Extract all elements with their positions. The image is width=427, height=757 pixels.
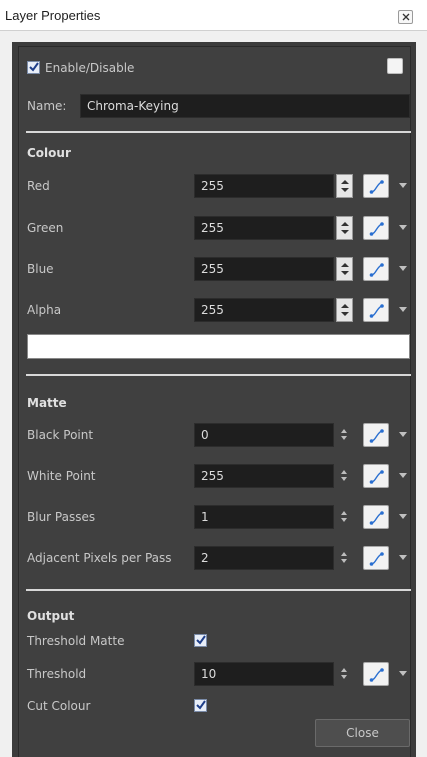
red-field[interactable]: 255 bbox=[194, 174, 334, 198]
dropdown-arrow-icon bbox=[399, 432, 407, 437]
green-spinner[interactable] bbox=[336, 216, 353, 240]
function-curve-icon bbox=[369, 263, 384, 277]
title-bar: Layer Properties bbox=[0, 0, 427, 31]
matte-section-title: Matte bbox=[27, 396, 67, 410]
green-field[interactable]: 255 bbox=[194, 216, 334, 240]
red-function-button[interactable] bbox=[363, 174, 389, 198]
function-curve-icon bbox=[369, 511, 384, 525]
up-down-arrows-icon bbox=[341, 668, 347, 679]
up-down-arrows-icon bbox=[341, 180, 349, 192]
up-down-arrows-icon bbox=[341, 470, 347, 481]
black-point-function-dropdown[interactable] bbox=[398, 423, 408, 447]
white-point-function-dropdown[interactable] bbox=[398, 464, 408, 488]
adjacent-pixels-function-dropdown[interactable] bbox=[398, 546, 408, 570]
alpha-field[interactable]: 255 bbox=[194, 298, 334, 322]
function-curve-icon bbox=[369, 552, 384, 566]
function-curve-icon bbox=[369, 222, 384, 236]
white-point-label: White Point bbox=[27, 469, 96, 483]
blue-function-dropdown[interactable] bbox=[398, 257, 408, 281]
up-down-arrows-icon bbox=[341, 511, 347, 522]
threshold-function-dropdown[interactable] bbox=[398, 662, 408, 686]
function-curve-icon bbox=[369, 304, 384, 318]
threshold-matte-label: Threshold Matte bbox=[27, 634, 125, 648]
cut-colour-checkbox[interactable] bbox=[194, 699, 207, 712]
dropdown-arrow-icon bbox=[399, 307, 407, 312]
green-label: Green bbox=[27, 221, 64, 235]
separator bbox=[26, 374, 411, 376]
green-function-dropdown[interactable] bbox=[398, 216, 408, 240]
function-curve-icon bbox=[369, 668, 384, 682]
blur-passes-function-dropdown[interactable] bbox=[398, 505, 408, 529]
up-down-arrows-icon bbox=[341, 429, 347, 440]
alpha-spinner[interactable] bbox=[336, 298, 353, 322]
name-label: Name: bbox=[27, 99, 67, 113]
black-point-label: Black Point bbox=[27, 428, 94, 442]
threshold-function-button[interactable] bbox=[363, 662, 389, 686]
adjacent-pixels-field[interactable]: 2 bbox=[194, 546, 334, 570]
adjacent-pixels-label: Adjacent Pixels per Pass bbox=[27, 551, 172, 565]
blue-function-button[interactable] bbox=[363, 257, 389, 281]
colour-swatch[interactable] bbox=[27, 334, 410, 359]
function-curve-icon bbox=[369, 180, 384, 194]
blue-label: Blue bbox=[27, 262, 54, 276]
dropdown-arrow-icon bbox=[399, 225, 407, 230]
enable-checkbox[interactable] bbox=[27, 61, 40, 74]
dropdown-arrow-icon bbox=[399, 514, 407, 519]
alpha-function-dropdown[interactable] bbox=[398, 298, 408, 322]
threshold-field[interactable]: 10 bbox=[194, 662, 334, 686]
adjacent-pixels-function-button[interactable] bbox=[363, 546, 389, 570]
checkmark-icon bbox=[196, 700, 206, 710]
alpha-label: Alpha bbox=[27, 303, 62, 317]
blue-spinner[interactable] bbox=[336, 257, 353, 281]
white-point-function-button[interactable] bbox=[363, 464, 389, 488]
close-button[interactable]: Close bbox=[315, 719, 410, 747]
blur-passes-spinner[interactable] bbox=[339, 505, 349, 529]
checkmark-icon bbox=[196, 635, 206, 645]
layer-toggle-button[interactable] bbox=[387, 58, 403, 74]
dropdown-arrow-icon bbox=[399, 183, 407, 188]
separator bbox=[26, 589, 411, 591]
dropdown-arrow-icon bbox=[399, 555, 407, 560]
up-down-arrows-icon bbox=[341, 552, 347, 563]
adjacent-pixels-spinner[interactable] bbox=[339, 546, 349, 570]
output-section-title: Output bbox=[27, 609, 75, 623]
function-curve-icon bbox=[369, 470, 384, 484]
blur-passes-label: Blur Passes bbox=[27, 510, 96, 524]
threshold-matte-checkbox[interactable] bbox=[194, 634, 207, 647]
black-point-field[interactable]: 0 bbox=[194, 423, 334, 447]
dropdown-arrow-icon bbox=[399, 671, 407, 676]
checkmark-icon bbox=[29, 62, 39, 72]
blur-passes-function-button[interactable] bbox=[363, 505, 389, 529]
up-down-arrows-icon bbox=[341, 263, 349, 275]
red-label: Red bbox=[27, 179, 50, 193]
colour-section-title: Colour bbox=[27, 146, 71, 160]
close-x-icon bbox=[402, 13, 410, 21]
threshold-label: Threshold bbox=[27, 667, 87, 681]
window-close-button[interactable] bbox=[398, 10, 413, 24]
alpha-function-button[interactable] bbox=[363, 298, 389, 322]
window-title: Layer Properties bbox=[5, 8, 101, 23]
up-down-arrows-icon bbox=[341, 222, 349, 234]
cut-colour-label: Cut Colour bbox=[27, 699, 91, 713]
blur-passes-field[interactable]: 1 bbox=[194, 505, 334, 529]
red-spinner[interactable] bbox=[336, 174, 353, 198]
function-curve-icon bbox=[369, 429, 384, 443]
black-point-spinner[interactable] bbox=[339, 423, 349, 447]
white-point-field[interactable]: 255 bbox=[194, 464, 334, 488]
white-point-spinner[interactable] bbox=[339, 464, 349, 488]
up-down-arrows-icon bbox=[341, 304, 349, 316]
dropdown-arrow-icon bbox=[399, 266, 407, 271]
dropdown-arrow-icon bbox=[399, 473, 407, 478]
black-point-function-button[interactable] bbox=[363, 423, 389, 447]
properties-frame bbox=[18, 46, 411, 757]
enable-label: Enable/Disable bbox=[45, 61, 135, 75]
separator bbox=[26, 131, 411, 133]
name-field[interactable]: Chroma-Keying bbox=[80, 94, 410, 118]
threshold-spinner[interactable] bbox=[339, 662, 349, 686]
blue-field[interactable]: 255 bbox=[194, 257, 334, 281]
red-function-dropdown[interactable] bbox=[398, 174, 408, 198]
green-function-button[interactable] bbox=[363, 216, 389, 240]
